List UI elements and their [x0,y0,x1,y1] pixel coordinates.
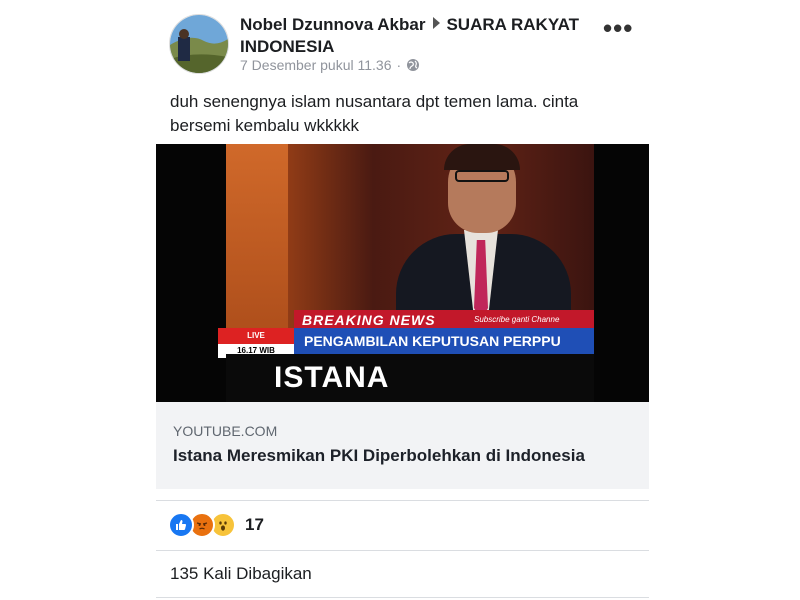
meta-separator: · [396,57,402,73]
author-name[interactable]: Nobel Dzunnova Akbar [240,15,425,34]
post-text: duh senengnya islam nusantara dpt temen … [170,92,579,135]
post-header: Nobel Dzunnova Akbar SUARA RAKYAT INDONES… [240,14,590,58]
wow-face-icon [215,517,231,533]
video-thumbnail[interactable]: BREAKING NEWS Subscribe ganti Channe LIV… [156,144,649,402]
link-source: YOUTUBE.COM [173,423,278,439]
live-label: LIVE [218,328,294,344]
link-title[interactable]: Istana Meresmikan PKI Diperbolehkan di I… [173,446,585,466]
like-reaction-icon [168,512,194,538]
avatar-image [170,15,228,73]
speaker-glasses [455,170,509,182]
news-ticker: PENGAMBILAN KEPUTUSAN PERPPU ORMAS [294,328,594,375]
post-timestamp[interactable]: 7 Desember pukul 11.36 [240,57,392,73]
link-preview-card[interactable]: BREAKING NEWS Subscribe ganti Channe LIV… [156,144,649,489]
arrow-right-icon [433,17,441,29]
angry-face-icon [194,517,210,533]
subscribe-overlay-text: Subscribe ganti Channe [474,315,560,324]
thumbs-up-icon [176,520,187,530]
share-count[interactable]: 135 Kali Dibagikan [170,564,312,584]
more-options-icon[interactable]: ••• [603,15,633,41]
author-avatar[interactable] [169,14,229,74]
speaker-hair [444,144,520,170]
video-caption: ISTANA MERESMIKAN [226,354,594,402]
post-meta: 7 Desember pukul 11.36 · [240,57,420,73]
divider [156,597,649,598]
divider [156,500,649,501]
globe-icon[interactable] [406,58,420,72]
divider [156,550,649,551]
reactions-summary[interactable]: 17 [168,512,264,538]
reaction-count: 17 [245,515,264,534]
